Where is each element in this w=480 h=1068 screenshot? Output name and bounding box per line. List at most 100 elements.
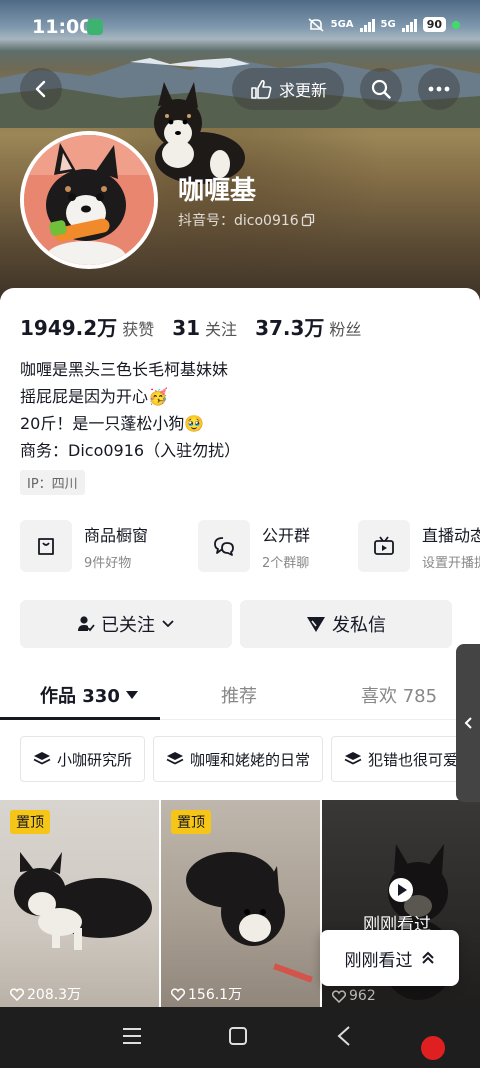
service-shop-window[interactable]: 商品橱窗 9件好物 [20, 520, 148, 572]
pointing-hand-icon [251, 79, 272, 99]
status-time: 11:00 [32, 16, 93, 38]
copy-icon[interactable] [301, 213, 315, 227]
back-nav-icon[interactable] [336, 1025, 352, 1047]
home-icon[interactable] [228, 1026, 248, 1046]
side-panel-handle[interactable] [456, 644, 480, 802]
chevron-left-icon [35, 80, 46, 98]
live-tv-icon [358, 520, 410, 572]
video-likes-count: 208.3万 [27, 987, 82, 1003]
stat-following-label: 关注 [205, 320, 238, 339]
request-update-label: 求更新 [278, 81, 327, 100]
search-button[interactable] [360, 68, 402, 110]
user-check-icon [78, 616, 95, 632]
avatar-dog-image [24, 135, 154, 265]
battery-level: 90 [422, 17, 446, 32]
search-icon [371, 79, 391, 99]
screen-record-indicator[interactable] [421, 1036, 445, 1060]
play-icon [389, 878, 413, 902]
bio-line: 商务：Dico0916（入驻勿扰） [20, 441, 241, 460]
bio-line: 咖喱是黑头三色长毛柯基妹妹 [20, 360, 229, 379]
service-title: 公开群 [262, 525, 311, 545]
status-bar: 11:00 5GA 5G 90 [0, 0, 480, 56]
video-likes-count: 156.1万 [188, 987, 243, 1003]
service-title: 直播动态 [422, 525, 480, 545]
send-icon [307, 617, 325, 632]
pinned-badge: 置顶 [10, 810, 50, 834]
collections-row: 小咖研究所 咖喱和姥姥的日常 犯错也很可爱 [20, 736, 472, 782]
group-chat-icon [198, 520, 250, 572]
video-likes: 962 [332, 988, 376, 1004]
mute-bell-icon [308, 17, 324, 32]
send-message-button[interactable]: 发私信 [240, 600, 452, 648]
content-tabs: 作品 330 推荐 喜欢 785 [0, 668, 480, 720]
tab-works-label: 作品 330 [40, 686, 120, 707]
back-button[interactable] [20, 68, 62, 110]
heart-outline-icon [10, 987, 24, 1001]
stat-followers-value: 37.3万 [255, 316, 325, 340]
service-title: 商品橱窗 [84, 525, 149, 545]
service-live-updates[interactable]: 直播动态 设置开播提醒 [358, 520, 480, 572]
douyin-id-text: 抖音号：dico0916 [178, 213, 299, 229]
stack-layers-icon [33, 752, 51, 765]
video-thumbnail[interactable]: 置顶 156.1万 [161, 800, 320, 1010]
request-update-button[interactable]: 求更新 [232, 68, 344, 110]
active-tab-indicator [0, 717, 160, 720]
bio-line: 摇屁屁是因为开心🥳 [20, 387, 168, 406]
profile-name: 咖喱基 [178, 176, 257, 206]
tab-works[interactable]: 作品 330 [40, 682, 138, 708]
profile-stats: 1949.2万 获赞 31 关注 37.3万 粉丝 [20, 312, 379, 341]
caret-down-icon [125, 690, 138, 699]
douyin-id[interactable]: 抖音号：dico0916 [178, 210, 315, 230]
more-options-button[interactable] [418, 68, 460, 110]
stack-layers-icon [344, 752, 362, 765]
bio-line: 20斤！是一只蓬松小狗🥹 [20, 414, 205, 433]
stat-likes-value: 1949.2万 [20, 316, 118, 340]
stat-following[interactable]: 31 关注 [172, 316, 237, 340]
recently-watched-label: 刚刚看过 [344, 950, 413, 971]
recent-apps-icon[interactable] [122, 1027, 142, 1045]
stat-followers-label: 粉丝 [329, 320, 362, 339]
signal-1-icon [359, 18, 375, 32]
more-dots-icon [428, 86, 450, 92]
service-subtitle: 2个群聊 [262, 555, 310, 571]
network-type-2: 5G [380, 19, 396, 30]
stat-likes: 1949.2万 获赞 [20, 312, 154, 341]
stack-layers-icon [166, 752, 184, 765]
collection-chip[interactable]: 犯错也很可爱 [331, 736, 472, 782]
ip-location-badge: IP：四川 [20, 470, 85, 495]
system-navigation-bar [0, 1007, 480, 1068]
pinned-badge: 置顶 [171, 810, 211, 834]
double-chevron-up-icon [421, 951, 434, 964]
signal-2-icon [401, 18, 417, 32]
avatar[interactable] [20, 131, 158, 269]
service-public-group[interactable]: 公开群 2个群聊 [198, 520, 310, 572]
service-subtitle: 9件好物 [84, 555, 132, 571]
video-likes-count: 962 [349, 988, 376, 1004]
network-type-1: 5GA [330, 19, 354, 30]
video-thumbnail[interactable]: 置顶 208.3万 [0, 800, 159, 1010]
video-likes: 156.1万 [171, 984, 242, 1004]
stat-followers[interactable]: 37.3万 粉丝 [255, 312, 361, 341]
collection-label: 小咖研究所 [57, 750, 133, 769]
heart-outline-icon [171, 987, 185, 1001]
stat-likes-label: 获赞 [122, 320, 155, 339]
service-subtitle: 设置开播提醒 [422, 555, 480, 571]
collection-chip[interactable]: 小咖研究所 [20, 736, 146, 782]
chevron-down-icon [162, 620, 174, 628]
wechat-notification-icon [87, 19, 103, 35]
collection-label: 犯错也很可爱 [368, 750, 459, 769]
profile-screen: 11:00 5GA 5G 90 求更新 咖喱基 抖音号：dico0916 194… [0, 0, 480, 1068]
recently-watched-button[interactable]: 刚刚看过 [320, 930, 459, 986]
following-button[interactable]: 已关注 [20, 600, 232, 648]
send-message-label: 发私信 [332, 615, 386, 636]
collection-chip[interactable]: 咖喱和姥姥的日常 [153, 736, 324, 782]
tab-liked[interactable]: 喜欢 785 [361, 682, 437, 708]
profile-bio: 咖喱是黑头三色长毛柯基妹妹 摇屁屁是因为开心🥳 20斤！是一只蓬松小狗🥹 商务：… [20, 356, 240, 464]
privacy-indicator-dot [452, 20, 460, 29]
following-label: 已关注 [101, 615, 155, 636]
video-likes: 208.3万 [10, 984, 81, 1004]
bag-icon [20, 520, 72, 572]
collection-label: 咖喱和姥姥的日常 [190, 750, 311, 769]
tab-recommended[interactable]: 推荐 [221, 682, 257, 708]
heart-outline-icon [332, 989, 346, 1003]
